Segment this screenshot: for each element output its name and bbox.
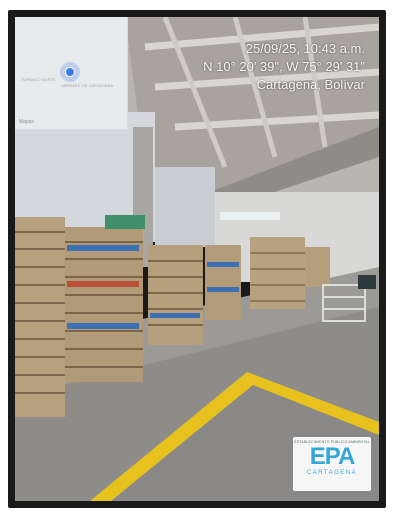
warehouse-photo: TURBACO NORTE VARIANTE DE CARTAGENA Mapa…	[15, 17, 379, 501]
photo-timestamp: 25/09/25, 10:43 a.m.	[245, 41, 365, 56]
photo-frame: TURBACO NORTE VARIANTE DE CARTAGENA Mapa…	[8, 10, 386, 508]
minimap-street-label: VARIANTE DE CARTAGENA	[61, 83, 114, 88]
logo-city: CARTAGENA	[306, 470, 358, 476]
logo-name: EPA	[309, 443, 356, 470]
photo-coordinates: N 10° 20' 39", W 75° 29' 31"	[203, 59, 365, 74]
location-pin-icon	[60, 62, 80, 82]
epa-logo: ESTABLECIMIENTO PÚBLICO AMBIENTAL EPA CA…	[293, 437, 371, 491]
minimap[interactable]: TURBACO NORTE VARIANTE DE CARTAGENA Mapa…	[15, 17, 128, 130]
photo-location: Cartagena, Bolívar	[256, 77, 365, 92]
minimap-street-label: TURBACO NORTE	[21, 77, 56, 82]
map-attribution: Mapas	[19, 119, 35, 125]
